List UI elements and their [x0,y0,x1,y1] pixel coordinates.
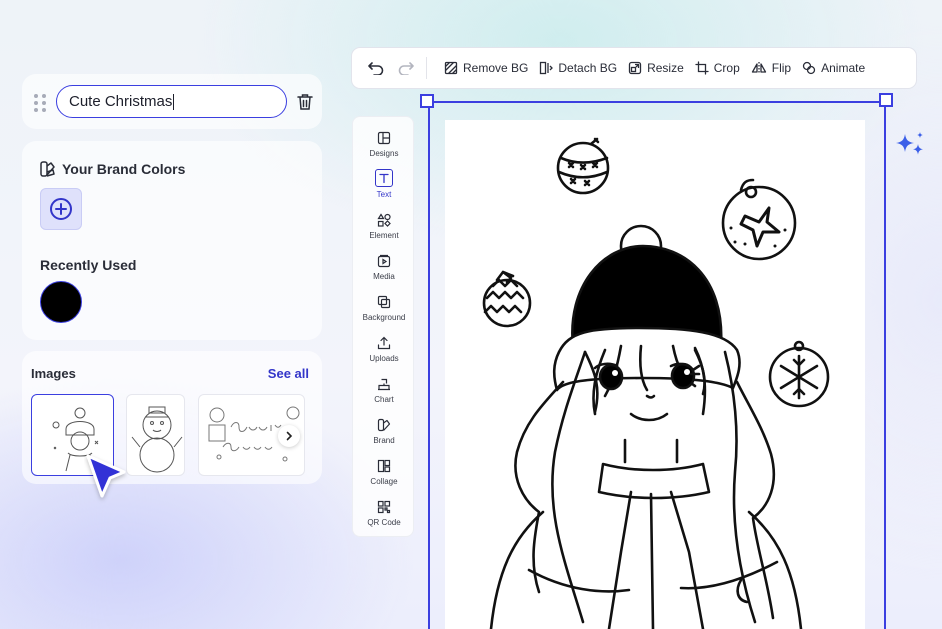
design-name-text: Cute Christmas [69,93,173,110]
sidebar-label-qr-code: QR Code [367,518,401,527]
qr-code-icon [377,500,391,514]
tool-sidebar: Designs Text Element Media Background Up… [352,116,414,537]
sidebar-label-text: Text [376,190,392,199]
sidebar-item-media[interactable]: Media [353,250,415,290]
redo-icon [398,62,414,75]
mouse-pointer-icon [86,454,126,498]
plus-circle-icon [50,198,72,220]
crop-label: Crop [713,61,740,75]
element-icon [377,213,391,227]
detach-bg-button[interactable]: Detach BG [539,61,617,75]
sidebar-item-uploads[interactable]: Uploads [353,332,415,372]
brand-colors-title: Your Brand Colors [62,161,186,177]
detach-bg-icon [540,61,554,75]
snowman-thumbnail-art [131,406,183,473]
top-toolbar: Remove BG Detach BG Resize Crop Flip Ani… [351,47,917,89]
remove-bg-icon [444,61,458,75]
sidebar-item-element[interactable]: Element [353,209,415,249]
sidebar-label-background: Background [362,313,406,322]
brand-colors-panel: Your Brand Colors Recently Used [22,141,322,340]
animate-button[interactable]: Animate [802,61,865,75]
image-thumbnail-merry-christmas[interactable] [198,394,305,476]
see-all-link[interactable]: See all [268,366,309,381]
sidebar-item-chart[interactable]: Chart [353,373,415,413]
selection-frame[interactable] [428,101,886,629]
flip-icon [751,62,766,74]
chevron-right-icon [286,431,293,441]
brand-icon [377,418,391,432]
palette-icon [40,161,55,177]
collage-icon [377,459,391,473]
text-icon [379,173,389,184]
trash-icon[interactable] [296,92,314,112]
sidebar-label-chart: Chart [374,395,394,404]
resize-icon [628,61,642,75]
sidebar-item-brand[interactable]: Brand [353,414,415,454]
sidebar-item-background[interactable]: Background [353,291,415,331]
chart-icon [378,378,390,391]
sidebar-item-qr-code[interactable]: QR Code [353,496,415,536]
remove-bg-button[interactable]: Remove BG [444,61,528,75]
design-name-input[interactable]: Cute Christmas [56,85,287,118]
resize-handle-top-left[interactable] [420,94,434,108]
flip-label: Flip [771,61,792,75]
flip-button[interactable]: Flip [751,61,791,75]
add-brand-color-button[interactable] [40,188,82,230]
media-icon [377,254,391,268]
detach-bg-label: Detach BG [558,61,618,75]
resize-handle-top-right[interactable] [879,93,893,107]
animate-label: Animate [821,61,866,75]
designs-icon [377,131,391,145]
ai-sparkle-icon[interactable] [893,130,927,160]
next-thumbnails-button[interactable] [278,425,300,447]
resize-button[interactable]: Resize [628,61,684,75]
recent-color-swatch[interactable] [40,281,82,323]
crop-button[interactable]: Crop [695,61,740,75]
redo-button[interactable] [396,58,416,78]
sidebar-label-uploads: Uploads [369,354,399,363]
sidebar-label-collage: Collage [370,477,398,486]
resize-label: Resize [647,61,684,75]
upload-icon [377,336,391,350]
undo-icon [368,62,384,75]
sidebar-label-brand: Brand [373,436,395,445]
sidebar-label-media: Media [373,272,395,281]
remove-bg-label: Remove BG [463,61,529,75]
background-icon [377,295,391,309]
sidebar-label-designs: Designs [369,149,399,158]
undo-button[interactable] [366,58,386,78]
toolbar-divider [426,57,427,79]
drag-handle-icon[interactable] [34,94,46,112]
sidebar-label-element: Element [369,231,399,240]
crop-icon [695,61,709,75]
sidebar-item-collage[interactable]: Collage [353,455,415,495]
animate-icon [802,61,816,75]
image-thumbnail-snowman[interactable] [126,394,185,476]
sidebar-item-designs[interactable]: Designs [353,127,415,167]
text-caret [173,93,175,110]
recently-used-title: Recently Used [40,257,137,273]
design-name-panel: Cute Christmas [22,74,322,129]
images-title: Images [31,366,76,381]
sidebar-item-text[interactable]: Text [353,168,415,208]
images-panel: Images See all [22,351,322,484]
